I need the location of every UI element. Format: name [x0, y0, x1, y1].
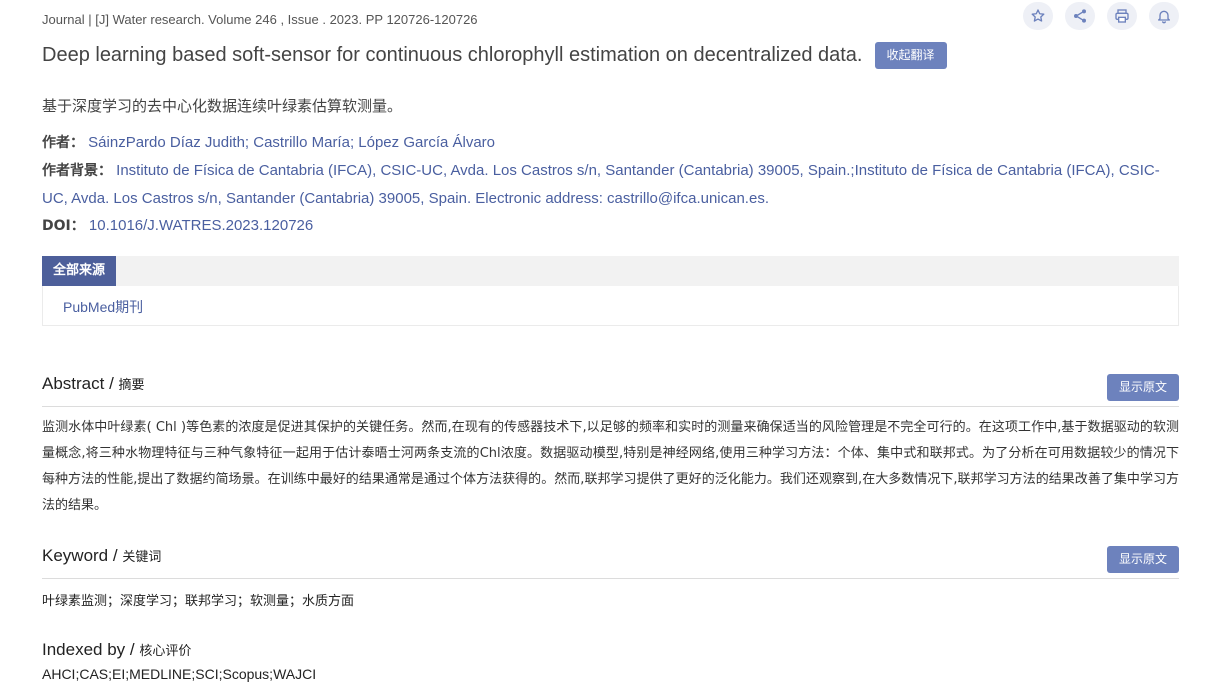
tab-all-sources[interactable]: 全部来源	[42, 256, 117, 286]
sources-tabbar: 全部来源	[42, 256, 1179, 286]
authors-value[interactable]: SáinzPardo Díaz Judith; Castrillo María;…	[88, 134, 495, 151]
affiliation-row: 作者背景： Instituto de Física de Cantabria (…	[42, 157, 1179, 212]
keyword-title: Keyword / 关键词	[42, 546, 161, 566]
share-icon	[1074, 9, 1086, 23]
title-separator: /	[104, 374, 119, 393]
article-title-translated: 基于深度学习的去中心化数据连续叶绿素估算软测量。	[42, 97, 403, 115]
doi-link[interactable]: 10.1016/J.WATRES.2023.120726	[89, 217, 313, 234]
title-separator: /	[108, 546, 123, 565]
bell-icon	[1158, 10, 1170, 24]
abstract-show-original-button[interactable]: 显示原文	[1106, 374, 1179, 401]
affiliation-value: Instituto de Física de Cantabria (IFCA),…	[42, 162, 1160, 207]
doi-row: DOI： 10.1016/J.WATRES.2023.120726	[42, 212, 1179, 240]
collapse-translation-button[interactable]: 收起翻译	[874, 42, 947, 69]
article-title: Deep learning based soft-sensor for cont…	[42, 44, 863, 66]
title-row: Deep learning based soft-sensor for cont…	[42, 42, 947, 69]
indexed-title-en: Indexed by	[42, 640, 126, 659]
abstract-title-zh: 摘要	[118, 378, 145, 393]
favorite-button[interactable]	[1023, 2, 1053, 30]
journal-line: Journal | [J] Water research. Volume 246…	[42, 12, 478, 27]
keyword-title-zh: 关键词	[122, 550, 162, 565]
action-toolbar	[1023, 2, 1179, 30]
indexed-list: AHCI;CAS;EI;MEDLINE;SCI;Scopus;WAJCI	[42, 666, 317, 682]
sources-panel: PubMed期刊	[42, 286, 1179, 326]
source-link-pubmed[interactable]: PubMed期刊	[63, 297, 143, 317]
keyword-list: 叶绿素监测；深度学习；联邦学习；软测量；水质方面	[42, 594, 355, 609]
abstract-text: 监测水体中叶绿素( Chl )等色素的浓度是促进其保护的关键任务。然而,在现有的…	[42, 420, 1179, 513]
article-meta: 作者： SáinzPardo Díaz Judith; Castrillo Ma…	[42, 129, 1179, 240]
keyword-show-original-button[interactable]: 显示原文	[1106, 546, 1179, 573]
indexed-title: Indexed by / 核心评价	[42, 640, 191, 660]
share-button[interactable]	[1065, 2, 1095, 30]
keyword-title-en: Keyword	[42, 546, 109, 565]
print-button[interactable]	[1107, 2, 1137, 30]
authors-row: 作者： SáinzPardo Díaz Judith; Castrillo Ma…	[42, 129, 1179, 157]
star-icon	[1031, 9, 1045, 22]
keyword-header: Keyword / 关键词 显示原文	[42, 546, 1179, 579]
abstract-title: Abstract / 摘要	[42, 374, 145, 394]
abstract-title-en: Abstract	[42, 374, 105, 393]
indexed-title-zh: 核心评价	[139, 644, 192, 659]
abstract-header: Abstract / 摘要 显示原文	[42, 374, 1179, 407]
title-separator: /	[125, 640, 140, 659]
print-icon	[1115, 9, 1129, 23]
doi-label: DOI：	[42, 218, 85, 234]
affiliation-label: 作者背景：	[42, 163, 112, 179]
notify-button[interactable]	[1149, 2, 1179, 30]
authors-label: 作者：	[42, 135, 84, 151]
